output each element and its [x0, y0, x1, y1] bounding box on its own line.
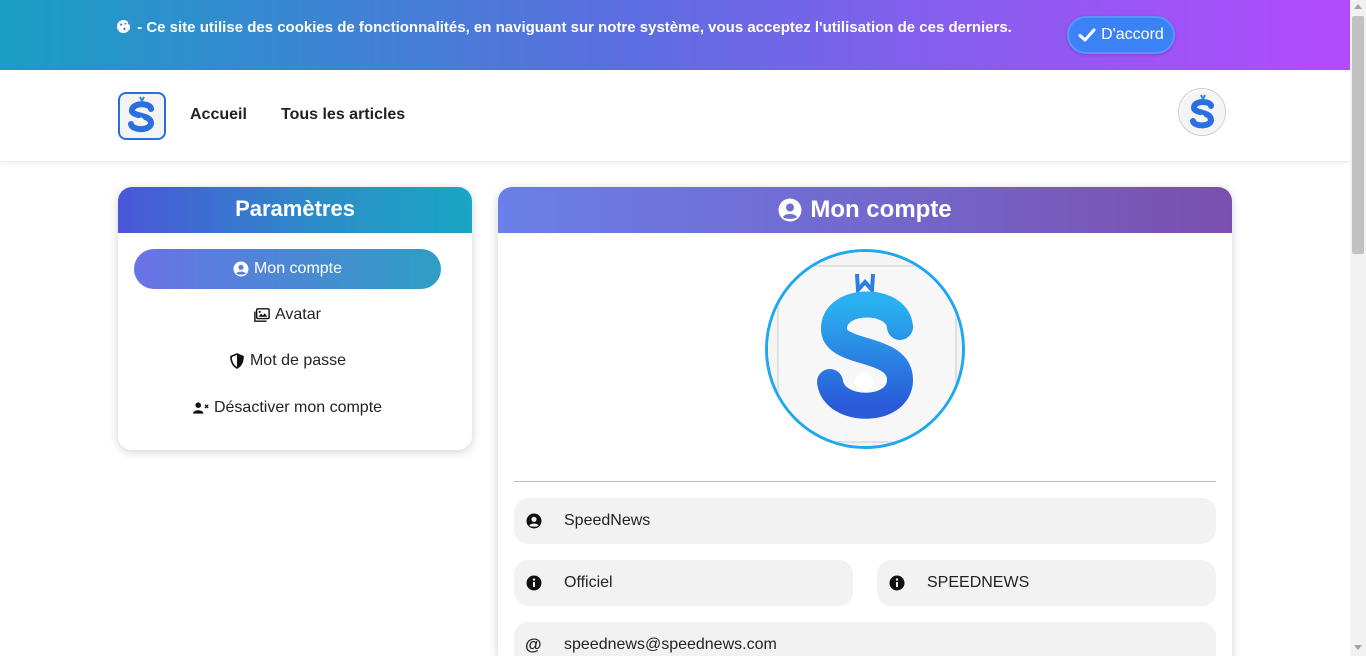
speednews-logo-icon: [118, 92, 166, 140]
user-circle-icon: [778, 198, 802, 222]
sidebar-item-avatar[interactable]: Avatar: [134, 295, 441, 335]
settings-title: Paramètres: [118, 187, 472, 233]
account-title: Mon compte: [810, 196, 952, 223]
sidebar-item-label: Désactiver mon compte: [213, 399, 383, 416]
account-card: Mon compte SpeedNews Officiel SPEEDNEWS …: [498, 187, 1232, 656]
nav-link-accueil[interactable]: Accueil: [190, 106, 247, 124]
cookie-banner-text-wrap: - Ce site utilise des cookies de fonctio…: [116, 19, 1012, 36]
info-icon: [526, 575, 542, 591]
scroll-up-icon[interactable]: [1354, 4, 1362, 9]
user-xmark-icon: [192, 402, 209, 414]
cookie-icon: [116, 19, 131, 34]
cookie-banner: - Ce site utilise des cookies de fonctio…: [0, 0, 1350, 70]
sidebar-item-mot-de-passe[interactable]: Mot de passe: [134, 341, 441, 381]
username-field[interactable]: SpeedNews: [514, 498, 1216, 544]
sidebar-item-label: Mot de passe: [249, 352, 347, 369]
page-scrollbar[interactable]: [1350, 0, 1366, 656]
scroll-down-icon[interactable]: [1354, 645, 1362, 650]
cookie-accept-button[interactable]: D'accord: [1067, 16, 1175, 54]
sidebar-item-label: Mon compte: [253, 260, 343, 277]
settings-card: Paramètres Mon compte Avatar Mot de pass…: [118, 187, 472, 450]
email-value: speednews@speednews.com: [564, 636, 777, 653]
sidebar-item-mon-compte[interactable]: Mon compte: [134, 249, 441, 289]
navbar: Accueil Tous les articles: [0, 70, 1350, 162]
sidebar-item-label: Avatar: [275, 306, 321, 323]
user-circle-icon: [233, 261, 249, 277]
avatar-logo-icon: [1180, 90, 1225, 135]
email-field[interactable]: @ speednews@speednews.com: [514, 622, 1216, 656]
profile-logo-icon: [768, 252, 962, 446]
images-icon: [254, 308, 270, 322]
divider: [514, 481, 1216, 482]
info-icon: [889, 575, 905, 591]
nav-link-articles[interactable]: Tous les articles: [281, 106, 405, 124]
check-icon: [1078, 28, 1096, 42]
scroll-thumb[interactable]: [1352, 16, 1364, 254]
site-logo[interactable]: [118, 92, 166, 140]
cookie-banner-text: - Ce site utilise des cookies de fonctio…: [137, 19, 1012, 36]
shield-icon: [230, 353, 244, 369]
sidebar-item-desactiver[interactable]: Désactiver mon compte: [134, 388, 441, 428]
user-avatar[interactable]: [1178, 88, 1226, 136]
user-circle-icon: [526, 513, 542, 529]
cookie-accept-label: D'accord: [1101, 26, 1164, 43]
account-header: Mon compte: [498, 187, 1232, 233]
username-value: SpeedNews: [564, 512, 651, 529]
last-name-value: SPEEDNEWS: [927, 574, 1030, 591]
at-icon: @: [525, 635, 542, 654]
first-name-value: Officiel: [564, 574, 613, 591]
profile-picture: [765, 249, 965, 449]
first-name-field[interactable]: Officiel: [514, 560, 853, 606]
last-name-field[interactable]: SPEEDNEWS: [877, 560, 1216, 606]
